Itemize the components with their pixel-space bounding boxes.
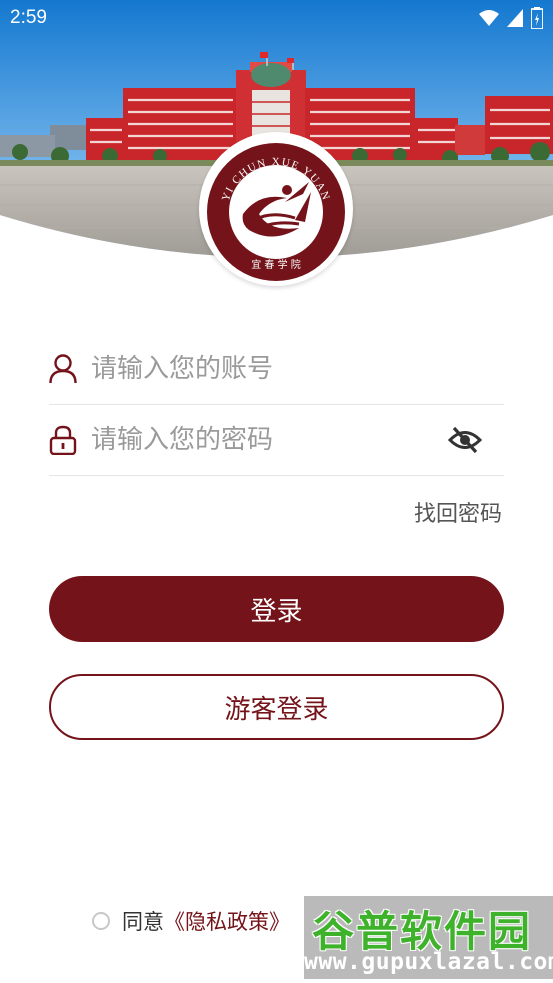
battery-icon bbox=[531, 7, 543, 29]
signal-icon bbox=[507, 9, 523, 27]
watermark: 谷普软件园 www.gupuxlazal.com bbox=[304, 896, 553, 979]
user-icon bbox=[49, 354, 77, 384]
login-button[interactable]: 登录 bbox=[49, 576, 504, 642]
account-field bbox=[49, 334, 504, 405]
status-icons bbox=[479, 7, 543, 29]
status-time: 2:59 bbox=[10, 7, 47, 28]
school-emblem-icon: YI CHUN XUE YUAN 宜 春 学 院 bbox=[207, 143, 345, 281]
logo-bottom-text: 宜 春 学 院 bbox=[251, 258, 301, 271]
eye-off-icon[interactable] bbox=[448, 425, 482, 455]
privacy-agreement: 同意 《隐私政策》 bbox=[92, 906, 290, 936]
status-bar: 2:59 bbox=[0, 0, 553, 38]
lock-icon bbox=[49, 425, 77, 455]
watermark-url: www.gupuxlazal.com bbox=[304, 949, 553, 975]
forgot-password-link[interactable]: 找回密码 bbox=[414, 496, 502, 528]
guest-login-button[interactable]: 游客登录 bbox=[49, 674, 504, 740]
password-input[interactable] bbox=[89, 419, 453, 461]
wifi-icon bbox=[479, 10, 499, 26]
password-field bbox=[49, 405, 504, 476]
account-input[interactable] bbox=[89, 348, 453, 390]
agree-prefix: 同意 bbox=[122, 910, 164, 934]
privacy-policy-link[interactable]: 《隐私政策》 bbox=[164, 906, 290, 936]
agree-radio[interactable] bbox=[92, 912, 110, 930]
school-logo: YI CHUN XUE YUAN 宜 春 学 院 bbox=[199, 132, 353, 286]
